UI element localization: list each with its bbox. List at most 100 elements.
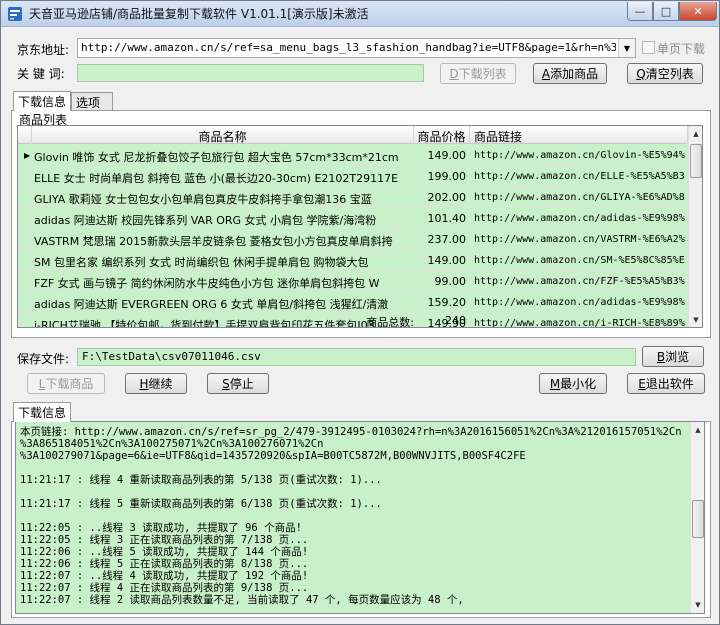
browse-button[interactable]: B 浏览 (642, 346, 704, 367)
log-line: 11:21:17 : 线程 5 重新读取商品列表的第 6/138 页(重试次数:… (20, 498, 382, 510)
row-pointer-icon (18, 292, 32, 313)
window-title: 天音亚马逊店铺/商品批量复制下载软件 V1.01.1[演示版]未激活 (29, 7, 369, 21)
scroll-up-icon[interactable]: ▲ (691, 422, 704, 438)
product-name-cell: adidas 阿迪达斯 校园先锋系列 VAR ORG 女式 小肩包 学院紫/海湾… (34, 214, 377, 227)
product-name-cell: VASTRM 梵思瑞 2015新款头层羊皮链条包 菱格女包小方包真皮单肩斜挎 (34, 235, 393, 248)
product-list-scrollbar[interactable]: ▲ ▼ (688, 126, 702, 327)
product-price-cell: 199.00 (427, 170, 467, 183)
log-line: 11:22:06 : ..线程 5 读取成功, 共提取了 144 个商品! (20, 546, 309, 558)
single-page-checkbox[interactable] (642, 41, 655, 54)
table-row[interactable]: adidas 阿迪达斯 校园先锋系列 VAR ORG 女式 小肩包 学院紫/海湾… (18, 208, 688, 229)
stop-button[interactable]: S 停止 (207, 373, 269, 394)
table-row[interactable]: ▶ Glovin 唯饰 女式 尼龙折叠包饺子包旅行包 超大宝色 57cm*33cm… (18, 145, 688, 166)
table-row[interactable]: FZF 女式 画与镜子 简约休闲防水牛皮纯色小方包 迷你单肩包斜挎包 W 99.0… (18, 271, 688, 292)
product-name-cell: FZF 女式 画与镜子 简约休闲防水牛皮纯色小方包 迷你单肩包斜挎包 W (34, 277, 380, 290)
table-row[interactable]: SM 包里名家 编织系列 女式 时尚编织包 休闲手提单肩包 购物袋大包 149.0… (18, 250, 688, 271)
log-line: 11:22:06 : 线程 5 正在读取商品列表的第 8/138 页... (20, 558, 309, 570)
total-label: 商品总数: (366, 316, 414, 328)
row-pointer-icon (18, 271, 32, 292)
keyword-label: 关 键 词: (17, 67, 65, 81)
product-price-cell: 99.00 (434, 275, 467, 288)
row-pointer-icon (18, 187, 32, 208)
product-name-cell: adidas 阿迪达斯 EVERGREEN ORG 6 女式 单肩包/斜挎包 浅… (34, 298, 389, 311)
product-name-cell: GLIYA 歌莉娅 女士包包女小包单肩包真皮牛皮斜挎手拿包潮136 宝蓝 (34, 193, 372, 206)
url-combobox[interactable]: http://www.amazon.cn/s/ref=sa_menu_bags_… (77, 38, 636, 58)
url-value: http://www.amazon.cn/s/ref=sa_menu_bags_… (81, 41, 616, 54)
log-textarea[interactable]: 本页链接: http://www.amazon.cn/s/ref=sr_pg_2… (15, 421, 705, 614)
save-file-label: 保存文件: (17, 352, 70, 366)
product-link-cell: http://www.amazon.cn/SM-%E5%8C%85%E (474, 255, 685, 266)
close-window-button[interactable]: ✕ (679, 2, 717, 21)
product-link-cell: http://www.amazon.cn/adidas-%E9%98% (474, 297, 685, 308)
product-list-table[interactable]: 商品名称 商品价格 商品链接 ▶ Glovin 唯饰 女式 尼龙折叠包饺子包旅行包… (17, 125, 703, 328)
tab-log-download-info[interactable]: 下载信息 (13, 402, 71, 422)
single-page-label: 单页下载 (657, 42, 706, 56)
minimize-window-button[interactable]: — (627, 2, 653, 21)
scroll-down-icon[interactable]: ▼ (691, 597, 704, 613)
log-tabs: 下载信息 (13, 402, 93, 422)
row-pointer-icon (18, 208, 32, 229)
column-header-price[interactable]: 商品价格 (414, 126, 470, 144)
column-header-link[interactable]: 商品链接 (470, 126, 688, 144)
product-name-cell: Glovin 唯饰 女式 尼龙折叠包饺子包旅行包 超大宝色 57cm*33cm*… (34, 151, 399, 164)
url-label: 京东地址: (17, 43, 70, 57)
product-price-cell: 237.00 (427, 233, 467, 246)
product-price-cell: 159.20 (427, 296, 467, 309)
header-indicator-cell (18, 126, 32, 144)
table-row[interactable]: adidas 阿迪达斯 EVERGREEN ORG 6 女式 单肩包/斜挎包 浅… (18, 292, 688, 313)
table-row[interactable]: VASTRM 梵思瑞 2015新款头层羊皮链条包 菱格女包小方包真皮单肩斜挎 23… (18, 229, 688, 250)
add-product-button[interactable]: A 添加商品 (533, 63, 607, 84)
tab-options[interactable]: 选项 (71, 92, 113, 110)
scroll-thumb[interactable] (692, 500, 704, 538)
product-price-cell: 101.40 (427, 212, 467, 225)
log-scrollbar[interactable]: ▲ ▼ (690, 422, 704, 613)
product-name-cell: ELLE 女士 时尚单肩包 斜挎包 蓝色 小(最长边20-30cm) E2102… (34, 172, 399, 185)
app-icon (8, 7, 22, 21)
log-line: 11:22:05 : ..线程 3 读取成功, 共提取了 96 个商品! (20, 522, 302, 534)
product-link-cell: http://www.amazon.cn/FZF-%E5%A5%B3% (474, 276, 685, 287)
clear-list-button[interactable]: Q 清空列表 (627, 63, 703, 84)
main-window: 天音亚马逊店铺/商品批量复制下载软件 V1.01.1[演示版]未激活 — □ ✕… (0, 0, 720, 625)
download-list-button[interactable]: D 下载列表 (440, 63, 516, 84)
product-link-cell: http://www.amazon.cn/Glovin-%E5%94% (474, 150, 685, 161)
chevron-down-icon[interactable]: ▼ (618, 39, 635, 57)
product-link-cell: http://www.amazon.cn/GLIYA-%E6%AD%8 (474, 192, 685, 203)
table-row[interactable]: ELLE 女士 时尚单肩包 斜挎包 蓝色 小(最长边20-30cm) E2102… (18, 166, 688, 187)
log-line: 11:22:05 : 线程 3 正在读取商品列表的第 7/138 页... (20, 534, 309, 546)
row-pointer-icon (18, 250, 32, 271)
column-header-name[interactable]: 商品名称 (32, 126, 414, 144)
log-line: 11:22:07 : 线程 4 正在读取商品列表的第 9/138 页... (20, 582, 309, 594)
tab-download-info[interactable]: 下载信息 (13, 91, 71, 111)
product-price-cell: 149.00 (427, 254, 467, 267)
exit-button[interactable]: E 退出软件 (627, 373, 705, 394)
log-line: %3A865184051%2Cn%3A100275071%2Cn%3A10027… (20, 438, 324, 450)
total-value: 240 (445, 314, 466, 327)
log-line: 11:22:07 : ..线程 4 读取成功, 共提取了 192 个商品! (20, 570, 309, 582)
total-row: 商品总数: 240 (18, 312, 688, 328)
product-price-cell: 149.00 (427, 149, 467, 162)
scroll-up-icon[interactable]: ▲ (689, 126, 702, 142)
scroll-thumb[interactable] (690, 144, 702, 178)
log-line: 11:22:07 : 线程 2 读取商品列表数量不足, 当前读取了 47 个, … (20, 594, 464, 606)
log-line: %3A100279071&page=6&ie=UTF8&qid=14357209… (20, 450, 526, 462)
maximize-window-button[interactable]: □ (653, 2, 679, 21)
log-line: 11:21:17 : 线程 4 重新读取商品列表的第 5/138 页(重试次数:… (20, 474, 382, 486)
keyword-input[interactable] (77, 64, 424, 82)
log-line: 本页链接: http://www.amazon.cn/s/ref=sr_pg_2… (20, 426, 682, 438)
table-row[interactable]: GLIYA 歌莉娅 女士包包女小包单肩包真皮牛皮斜挎手拿包潮136 宝蓝 202.… (18, 187, 688, 208)
product-price-cell: 202.00 (427, 191, 467, 204)
product-link-cell: http://www.amazon.cn/ELLE-%E5%A5%B3 (474, 171, 685, 182)
scroll-down-icon[interactable]: ▼ (689, 312, 702, 327)
download-products-button[interactable]: L 下载商品 (27, 373, 105, 394)
minimize-button[interactable]: M 最小化 (539, 373, 607, 394)
product-name-cell: SM 包里名家 编织系列 女式 时尚编织包 休闲手提单肩包 购物袋大包 (34, 256, 369, 269)
table-header: 商品名称 商品价格 商品链接 (18, 126, 702, 144)
row-pointer-icon (18, 166, 32, 187)
continue-button[interactable]: H 继续 (125, 373, 187, 394)
row-pointer-icon (18, 229, 32, 250)
title-bar: 天音亚马逊店铺/商品批量复制下载软件 V1.01.1[演示版]未激活 — □ ✕ (1, 1, 719, 27)
row-pointer-icon: ▶ (24, 151, 31, 160)
save-path-input[interactable]: F:\TestData\csv07011046.csv (77, 348, 636, 366)
product-link-cell: http://www.amazon.cn/adidas-%E9%98% (474, 213, 685, 224)
product-link-cell: http://www.amazon.cn/VASTRM-%E6%A2% (474, 234, 685, 245)
